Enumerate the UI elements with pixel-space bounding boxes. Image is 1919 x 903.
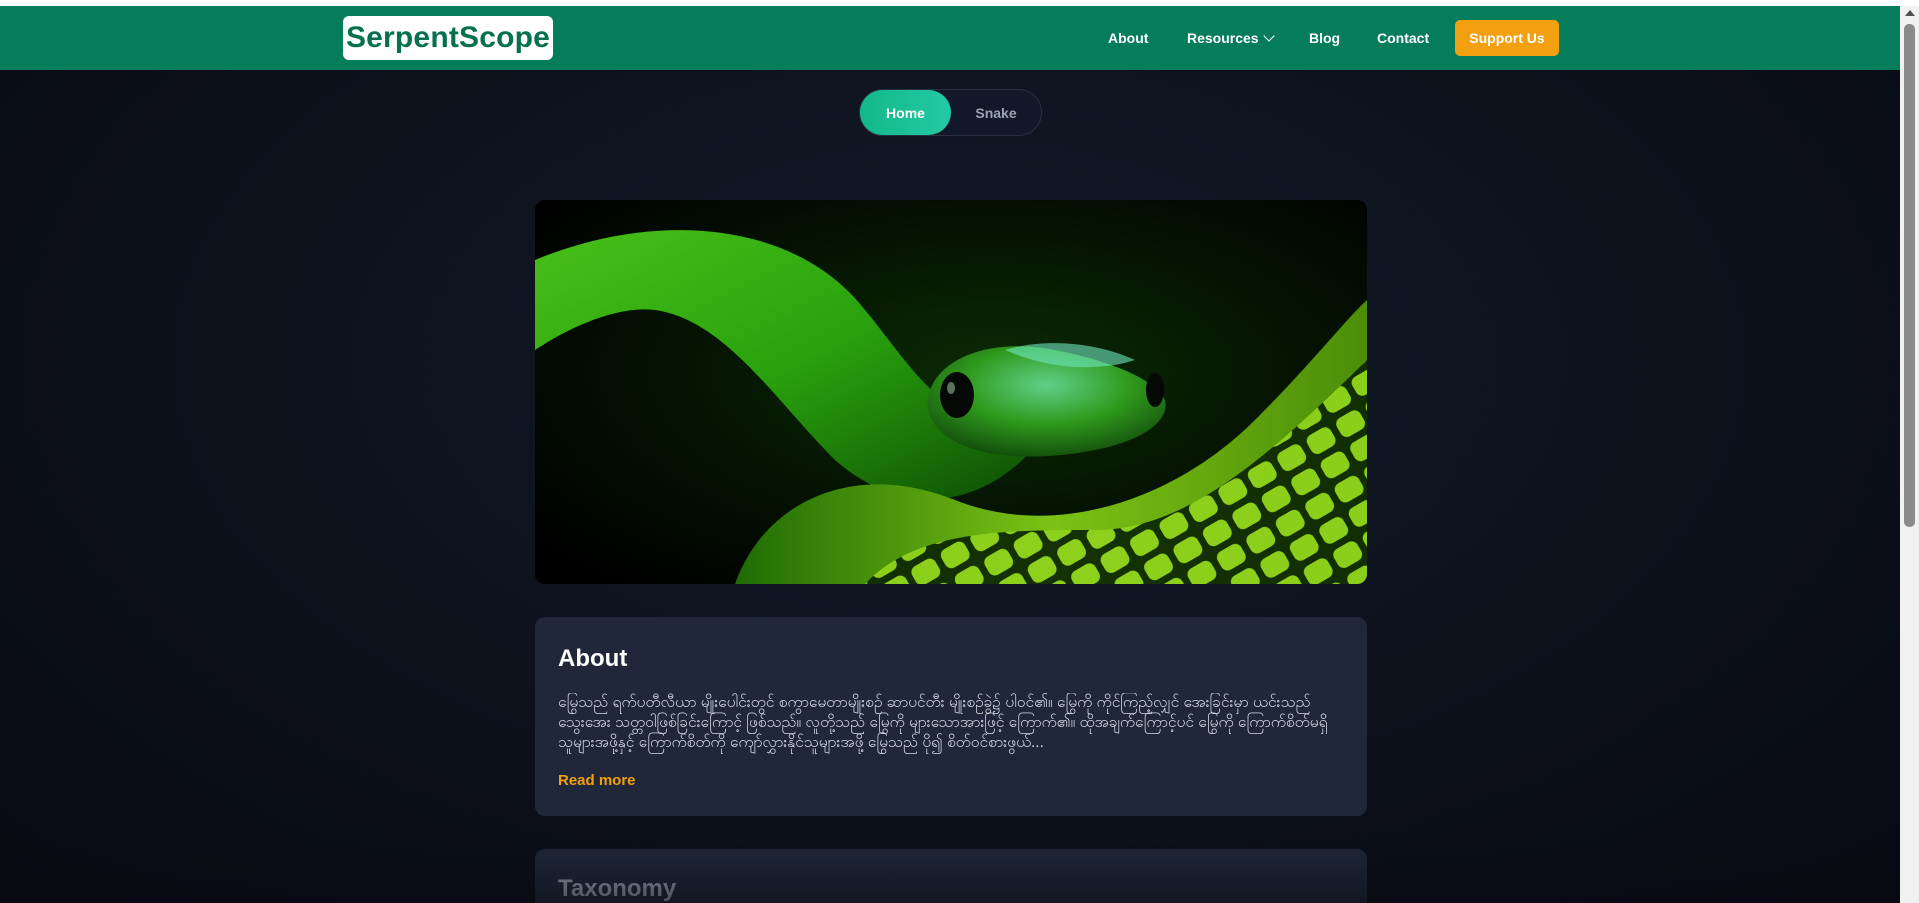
read-more-link[interactable]: Read more bbox=[558, 772, 636, 789]
hero-snake-image bbox=[535, 200, 1367, 584]
tab-snake[interactable]: Snake bbox=[951, 90, 1041, 135]
support-us-button[interactable]: Support Us bbox=[1455, 20, 1559, 56]
nav-about-link[interactable]: About bbox=[1108, 30, 1148, 46]
nav-resources-dropdown[interactable]: Resources bbox=[1187, 30, 1275, 46]
nav-blog-link[interactable]: Blog bbox=[1309, 30, 1340, 46]
taxonomy-title: Taxonomy bbox=[558, 875, 677, 902]
scroll-up-icon[interactable] bbox=[1905, 10, 1915, 16]
chevron-down-icon bbox=[1262, 30, 1275, 42]
nav-resources-label: Resources bbox=[1187, 30, 1259, 46]
view-toggle: Home Snake bbox=[859, 89, 1042, 136]
scrollbar-thumb[interactable] bbox=[1904, 24, 1915, 527]
about-title: About bbox=[558, 645, 628, 672]
about-text: မြွေသည် ရက်ပတီလီယာ မျိုးပေါင်းတွင် စကွာမ… bbox=[558, 694, 1328, 751]
taxonomy-card: Taxonomy bbox=[535, 849, 1367, 903]
page-scrollbar[interactable] bbox=[1900, 6, 1919, 903]
tab-home[interactable]: Home bbox=[860, 90, 951, 135]
nav-contact-link[interactable]: Contact bbox=[1377, 30, 1429, 46]
site-logo[interactable]: SerpentScope bbox=[343, 16, 553, 60]
navbar: SerpentScope About Resources Blog Contac… bbox=[0, 6, 1900, 70]
about-card: About မြွေသည် ရက်ပတီလီယာ မျိုးပေါင်းတွင်… bbox=[535, 617, 1367, 816]
